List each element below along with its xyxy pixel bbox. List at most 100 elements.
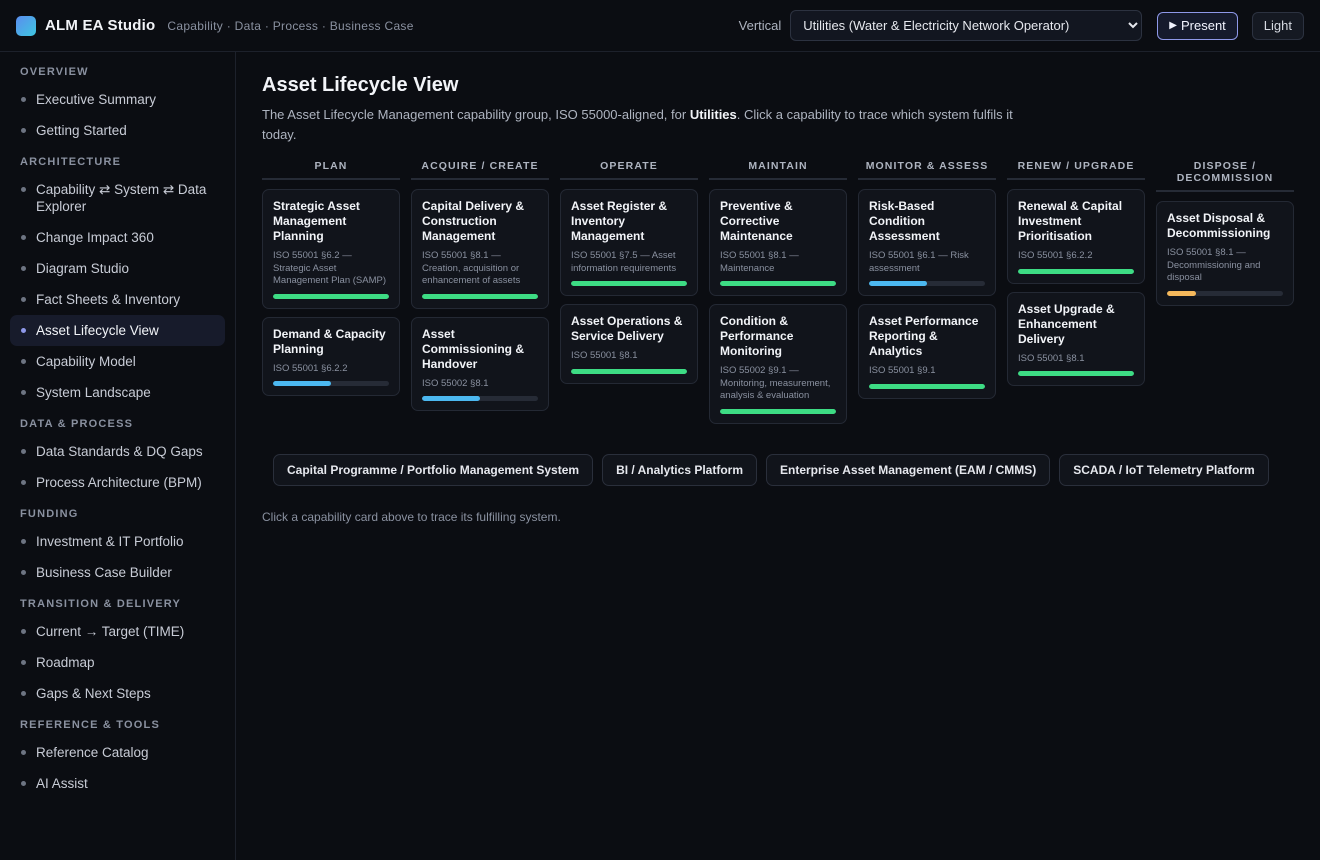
iso-reference: ISO 55001 §8.1 — Decommissioning and dis…	[1167, 247, 1261, 283]
sidebar-item-capability-system-data-explorer[interactable]: Capability ⇄ System ⇄ Data Explorer	[10, 174, 225, 222]
lane-heading: MONITOR & ASSESS	[858, 160, 996, 180]
bullet-icon	[21, 539, 26, 544]
capability-card-risk-based-condition-assessment[interactable]: Risk-Based Condition Assessment ISO 55001…	[858, 189, 996, 296]
iso-reference: ISO 55001 §6.1 — Risk assessment	[869, 250, 969, 274]
page-description: The Asset Lifecycle Management capabilit…	[262, 105, 1022, 145]
capability-title: Renewal & Capital Investment Prioritisat…	[1018, 199, 1123, 243]
sidebar-item-diagram-studio[interactable]: Diagram Studio	[10, 253, 225, 284]
maturity-bar-fill	[422, 293, 538, 299]
capability-card-asset-operations-service-delivery[interactable]: Asset Operations & Service Delivery ISO 5…	[560, 304, 698, 384]
capability-card-demand-capacity-planning[interactable]: Demand & Capacity Planning ISO 55001 §6.2…	[262, 316, 400, 396]
iso-reference: ISO 55001 §8.1 — Maintenance	[720, 250, 799, 274]
nav-section-data-process: DATA & PROCESS Data Standards & DQ Gaps Pr…	[10, 418, 225, 498]
sidebar-item-label: AI Assist	[36, 776, 88, 791]
capability-card-asset-commissioning-handover[interactable]: Asset Commissioning & Handover ISO 55002 …	[411, 316, 549, 411]
capability-card-asset-disposal-decommissioning[interactable]: Asset Disposal & Decommissioning ISO 5500…	[1156, 201, 1294, 306]
lane-renew-upgrade: RENEW / UPGRADE Renewal & Capital Investm…	[1007, 160, 1145, 394]
bullet-icon	[21, 480, 26, 485]
sidebar-item-label: Current → Target (TIME)	[36, 624, 185, 639]
capability-title: Capital Delivery & Construction Manageme…	[422, 199, 525, 243]
sidebar-item-ai-assist[interactable]: AI Assist	[10, 768, 225, 799]
sidebar-item-label: Data Standards & DQ Gaps	[36, 444, 203, 459]
sidebar-item-asset-lifecycle-view[interactable]: Asset Lifecycle View	[10, 315, 225, 346]
capability-title: Asset Disposal & Decommissioning	[1167, 211, 1271, 240]
maturity-bar	[571, 281, 687, 286]
sidebar-item-label: System Landscape	[36, 385, 151, 400]
sidebar-item-capability-model[interactable]: Capability Model	[10, 346, 225, 377]
system-button-bi-analytics-platform[interactable]: BI / Analytics Platform	[602, 453, 757, 486]
capability-card-asset-upgrade-enhancement-delivery[interactable]: Asset Upgrade & Enhancement Delivery ISO …	[1007, 291, 1145, 386]
sidebar-item-executive-summary[interactable]: Executive Summary	[10, 84, 225, 115]
capability-card-asset-performance-reporting-analytics[interactable]: Asset Performance Reporting & Analytics I…	[858, 304, 996, 399]
bullet-icon	[21, 691, 26, 696]
capability-card-renewal-capital-investment-prioritisation[interactable]: Renewal & Capital Investment Prioritisat…	[1007, 189, 1145, 284]
iso-reference: ISO 55001 §6.2.2	[273, 362, 348, 374]
maturity-bar-fill	[720, 408, 836, 414]
lane-heading: RENEW / UPGRADE	[1007, 160, 1145, 180]
sidebar-item-label: Investment & IT Portfolio	[36, 534, 184, 549]
nav-section-transition-delivery: TRANSITION & DELIVERY Current → Target (T…	[10, 598, 225, 709]
sidebar-item-label: Executive Summary	[36, 92, 157, 107]
nav-heading: DATA & PROCESS	[20, 418, 134, 430]
sidebar-item-change-impact-360[interactable]: Change Impact 360	[10, 222, 225, 253]
capability-card-capital-delivery-construction-management[interactable]: Capital Delivery & Construction Manageme…	[411, 189, 549, 309]
maturity-bar-fill	[869, 383, 985, 389]
bullet-icon	[21, 570, 26, 575]
lane-acquire-create: ACQUIRE / CREATE Capital Delivery & Const…	[411, 160, 549, 419]
sidebar-item-label: Fact Sheets & Inventory	[36, 292, 181, 307]
present-label: Present	[1180, 18, 1226, 33]
maturity-bar-fill	[571, 368, 687, 374]
nav-heading: FUNDING	[20, 508, 79, 520]
bullet-icon	[21, 781, 26, 786]
iso-reference: ISO 55001 §8.1 — Creation, acquisition o…	[422, 250, 521, 286]
sidebar-item-system-landscape[interactable]: System Landscape	[10, 377, 225, 408]
sidebar-item-reference-catalog[interactable]: Reference Catalog	[10, 737, 225, 768]
capability-title: Risk-Based Condition Assessment	[869, 199, 940, 243]
capability-title: Condition & Performance Monitoring	[720, 314, 794, 358]
system-button-enterprise-asset-management-eam-cmms[interactable]: Enterprise Asset Management (EAM / CMMS)	[766, 453, 1051, 486]
iso-reference: ISO 55001 §7.5 — Asset information requi…	[571, 250, 677, 274]
vertical-label: Vertical	[738, 18, 782, 33]
sidebar-item-fact-sheets-inventory[interactable]: Fact Sheets & Inventory	[10, 284, 225, 315]
sidebar-item-data-standards-dq-gaps[interactable]: Data Standards & DQ Gaps	[10, 436, 225, 467]
sidebar-item-investment-it-portfolio[interactable]: Investment & IT Portfolio	[10, 526, 225, 557]
capability-card-asset-register-inventory-management[interactable]: Asset Register & Inventory Management ISO…	[560, 189, 698, 296]
iso-reference: ISO 55002 §9.1 — Monitoring, measurement…	[720, 365, 831, 401]
capability-card-preventive-corrective-maintenance[interactable]: Preventive & Corrective Maintenance ISO 5…	[709, 189, 847, 296]
sidebar-item-label: Gaps & Next Steps	[36, 686, 151, 701]
maturity-bar-fill	[422, 396, 480, 401]
sidebar-item-label: Change Impact 360	[36, 230, 154, 245]
iso-reference: ISO 55001 §6.2 — Strategic Asset Managem…	[273, 250, 386, 286]
maturity-bar-fill	[869, 281, 927, 286]
maturity-bar	[422, 396, 538, 401]
sidebar-item-process-architecture-bpm[interactable]: Process Architecture (BPM)	[10, 467, 225, 498]
capability-title: Asset Upgrade & Enhancement Delivery	[1018, 301, 1115, 346]
light-theme-button[interactable]: Light	[1251, 11, 1304, 40]
sidebar-item-label: Asset Lifecycle View	[36, 323, 159, 338]
system-button-scada-iot-telemetry-platform[interactable]: SCADA / IoT Telemetry Platform	[1059, 453, 1269, 486]
capability-title: Asset Register & Inventory Management	[571, 199, 668, 243]
sidebar-item-gaps-next-steps[interactable]: Gaps & Next Steps	[10, 678, 225, 709]
vertical-select[interactable]: Utilities (Water & Electricity Network O…	[790, 10, 1143, 41]
sidebar-item-label: Capability Model	[36, 354, 136, 369]
play-icon: ▶	[1169, 20, 1177, 31]
bullet-icon	[21, 128, 26, 133]
maturity-bar-fill	[1167, 290, 1196, 296]
capability-card-condition-performance-monitoring[interactable]: Condition & Performance Monitoring ISO 55…	[709, 304, 847, 424]
bullet-icon	[21, 235, 26, 240]
present-button[interactable]: ▶ Present	[1157, 11, 1238, 40]
top-bar: ALM EA Studio Capability · Data · Proces…	[0, 0, 1320, 52]
nav-section-reference-tools: REFERENCE & TOOLS Reference Catalog AI Ass…	[10, 719, 225, 799]
maturity-bar	[422, 293, 538, 299]
sidebar-item-current-target-time[interactable]: Current → Target (TIME)	[10, 616, 225, 647]
sidebar-item-roadmap[interactable]: Roadmap	[10, 647, 225, 678]
maturity-bar	[571, 368, 687, 374]
lane-heading: DISPOSE / DECOMMISSION	[1156, 160, 1294, 192]
sidebar-item-getting-started[interactable]: Getting Started	[10, 115, 225, 146]
iso-reference: ISO 55001 §6.2.2	[1018, 250, 1093, 261]
bullet-icon	[21, 359, 26, 364]
sidebar-item-business-case-builder[interactable]: Business Case Builder	[10, 557, 225, 588]
system-button-capital-programme-portfolio-management-system[interactable]: Capital Programme / Portfolio Management…	[273, 453, 594, 486]
capability-card-strategic-asset-management-planning[interactable]: Strategic Asset Management Planning ISO 5…	[262, 189, 400, 309]
bullet-icon	[21, 266, 26, 271]
